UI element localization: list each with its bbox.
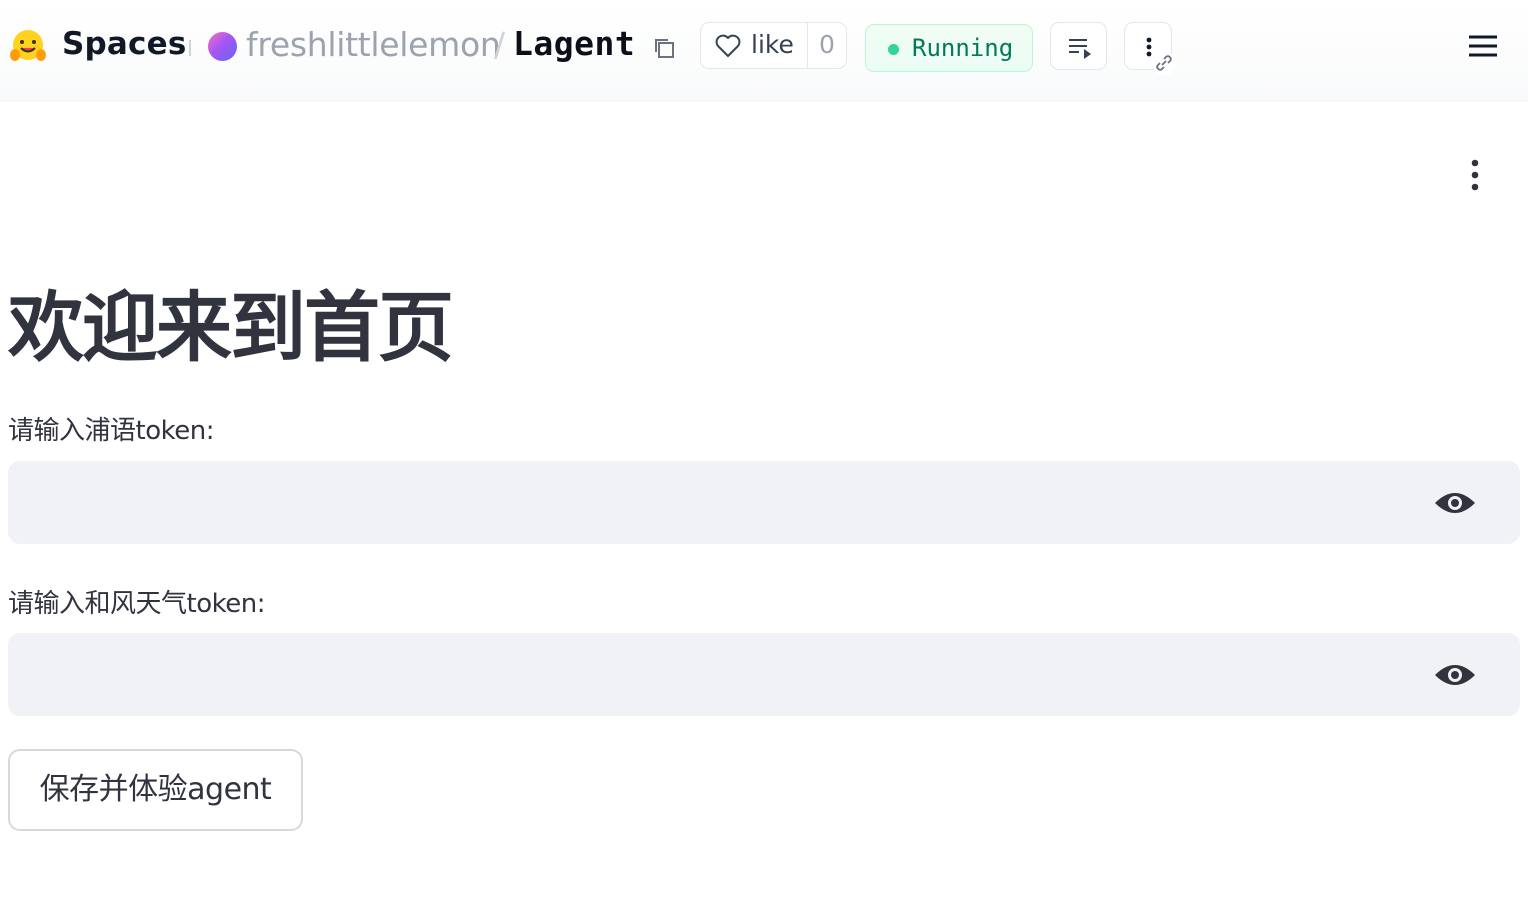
owner-avatar[interactable] [208, 32, 237, 61]
token-input-container [8, 633, 1520, 717]
puyu-token-input[interactable] [29, 462, 1413, 545]
like-label: like [751, 30, 794, 59]
like-button[interactable]: like 0 [700, 22, 847, 69]
divider [807, 23, 808, 68]
hamburger-menu-icon[interactable] [1468, 33, 1498, 59]
weather-token-input[interactable] [29, 634, 1413, 717]
status-text: Running [912, 34, 1014, 62]
spaces-link[interactable]: Spaces [62, 26, 187, 62]
field-label: 请输入浦语token: [8, 416, 214, 446]
space-name-link[interactable]: Lagent [513, 24, 635, 63]
divider [189, 40, 191, 56]
logs-button[interactable] [1050, 22, 1107, 70]
status-badge[interactable]: Running [865, 24, 1033, 72]
save-button-label: 保存并体验agent [39, 772, 272, 807]
page-title: 欢迎来到首页 [8, 283, 454, 372]
link-icon[interactable] [1151, 50, 1177, 76]
eye-icon[interactable] [1433, 489, 1477, 517]
like-count[interactable]: 0 [819, 30, 835, 59]
field-label: 请输入和风天气token: [8, 589, 265, 619]
copy-icon[interactable] [652, 36, 676, 60]
eye-icon[interactable] [1433, 661, 1477, 689]
path-separator: / [494, 25, 506, 64]
top-navigation-bar: Spaces freshlittlelemon / Lagent like 0 … [0, 0, 1528, 101]
owner-link[interactable]: freshlittlelemon [246, 25, 501, 64]
kebab-vertical-icon[interactable] [1464, 156, 1486, 194]
status-dot-icon [888, 44, 899, 55]
save-and-try-agent-button[interactable]: 保存并体验agent [8, 749, 303, 831]
token-input-container [8, 461, 1520, 545]
hugging-face-emoji-icon[interactable] [8, 26, 48, 66]
heart-icon [715, 34, 741, 57]
logs-icon [1069, 39, 1091, 59]
